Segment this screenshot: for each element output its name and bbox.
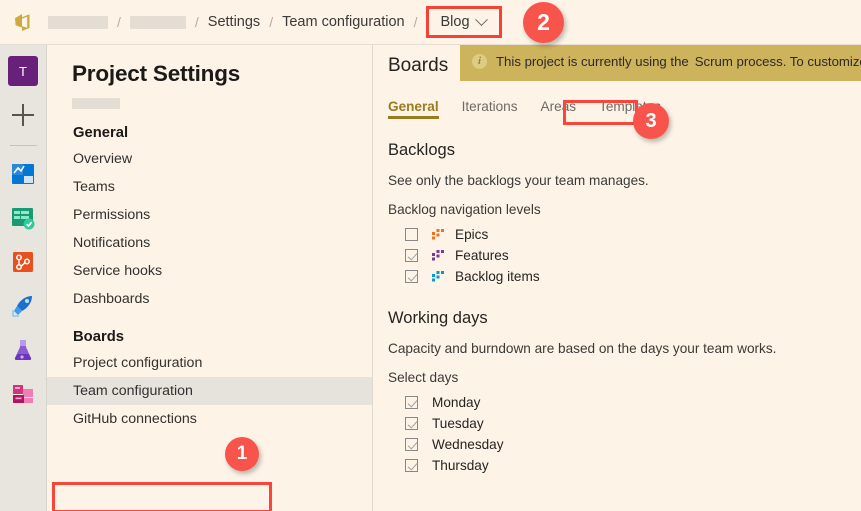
info-icon: i [472,53,487,69]
sidebar-item-artifacts[interactable] [6,377,40,411]
checkbox-thursday[interactable] [405,459,418,472]
option-label-wednesday: Wednesday [432,437,504,452]
pipelines-rocket-icon [12,296,32,317]
backlog-items-level-icon [432,271,444,282]
sidebar-item-permissions[interactable]: Permissions [47,201,372,229]
project-settings-nav-panel: Project Settings General Overview Teams … [47,45,373,511]
sidebar-item-project-configuration[interactable]: Project configuration [47,349,372,377]
blog-dropdown[interactable]: Blog [426,6,502,38]
breadcrumb-separator: / [194,14,199,30]
breadcrumb-separator: / [269,14,274,30]
option-label-features: Features [455,248,509,263]
main-content: Boards i This project is currently using… [374,45,861,511]
blog-dropdown-label: Blog [440,14,470,30]
repos-branch-icon [13,252,33,272]
section-title-working-days: Working days [388,309,488,327]
tab-areas[interactable]: Areas [541,99,577,118]
sidebar-item-overview[interactable]: Overview [47,145,372,173]
settings-body: Backlogs See only the backlogs your team… [374,123,861,476]
tab-iterations[interactable]: Iterations [462,99,518,118]
sidebar-item-team-configuration[interactable]: Team configuration [47,377,372,405]
list-item[interactable]: Tuesday [388,413,861,434]
main-header: Boards i This project is currently using… [374,45,861,90]
callout-badge-1: 1 [225,437,259,471]
list-item[interactable]: Backlog items [388,266,861,287]
avatar[interactable]: T [6,54,40,88]
sidebar-item-service-hooks[interactable]: Service hooks [47,257,372,285]
field-label-select-days: Select days [388,370,459,385]
list-item[interactable]: Epics [388,224,861,245]
features-level-icon [432,250,444,261]
checkbox-epics[interactable] [405,228,418,241]
option-label-monday: Monday [432,395,481,410]
breadcrumb-item-team-configuration[interactable]: Team configuration [282,14,405,30]
breadcrumb-separator: / [117,14,121,30]
page-title: Project Settings [72,61,241,86]
section-title-backlogs: Backlogs [388,141,455,159]
checkbox-wednesday[interactable] [405,438,418,451]
sidebar-item-github-connections[interactable]: GitHub connections [47,405,372,433]
breadcrumb-org-redacted[interactable] [48,15,108,29]
boards-tab-bar: General Iterations Areas Templates [374,93,861,123]
field-label-backlog-navigation-levels: Backlog navigation levels [388,202,541,217]
sidebar-item-notifications[interactable]: Notifications [47,229,372,257]
add-new-button[interactable] [6,98,40,132]
rail-divider [9,145,37,146]
sidebar-item-dashboards[interactable]: Dashboards [47,285,372,313]
banner-text-after: Scrum process. To customize [694,53,861,69]
chevron-down-icon [474,12,488,26]
banner-text-before: This project is currently using the [496,53,689,69]
sidebar-item-overview[interactable] [6,157,40,191]
checkbox-backlog-items[interactable] [405,270,418,283]
list-item[interactable]: Wednesday [388,434,861,455]
section-description-working-days: Capacity and burndown are based on the d… [388,341,777,356]
sidebar-item-boards[interactable] [6,201,40,235]
overview-dashboard-icon [12,164,34,184]
checkbox-tuesday[interactable] [405,417,418,430]
boards-title: Boards [388,55,449,76]
checkbox-features[interactable] [405,249,418,262]
breadcrumb: / / Settings / Team configuration / Blog [48,6,502,38]
nav-group-heading-general: General [73,125,129,141]
option-label-tuesday: Tuesday [432,416,484,431]
breadcrumb-project-redacted[interactable] [129,15,186,29]
tab-general[interactable]: General [388,99,439,119]
azure-devops-logo-icon[interactable] [0,0,48,45]
sidebar-item-test-plans[interactable] [6,333,40,367]
avatar-initial: T [8,56,38,86]
test-plans-flask-icon [14,340,32,360]
section-description-backlogs: See only the backlogs your team manages. [388,173,649,188]
list-item[interactable]: Features [388,245,861,266]
breadcrumb-separator: / [413,14,418,30]
option-label-backlog-items: Backlog items [455,269,540,284]
process-info-banner: i This project is currently using the Sc… [460,45,861,81]
nav-group-heading-boards: Boards [73,329,124,345]
left-icon-rail: T [0,45,47,511]
project-name-redacted [72,98,120,109]
callout-badge-2: 2 [523,2,564,43]
list-item[interactable]: Thursday [388,455,861,476]
option-label-epics: Epics [455,227,489,242]
top-breadcrumb-bar: / / Settings / Team configuration / Blog [0,0,861,45]
sidebar-item-teams[interactable]: Teams [47,173,372,201]
epics-level-icon [432,229,444,240]
boards-check-icon [12,208,35,230]
option-label-thursday: Thursday [432,458,489,473]
checkbox-monday[interactable] [405,396,418,409]
list-item[interactable]: Monday [388,392,861,413]
sidebar-item-repos[interactable] [6,245,40,279]
team-configuration-highlight-box [52,482,272,511]
plus-icon [12,104,34,126]
breadcrumb-item-settings[interactable]: Settings [208,14,260,30]
sidebar-item-pipelines[interactable] [6,289,40,323]
blog-dropdown-wrapper: Blog [426,6,502,38]
artifacts-boxes-icon [13,385,33,403]
callout-badge-3: 3 [633,103,669,139]
